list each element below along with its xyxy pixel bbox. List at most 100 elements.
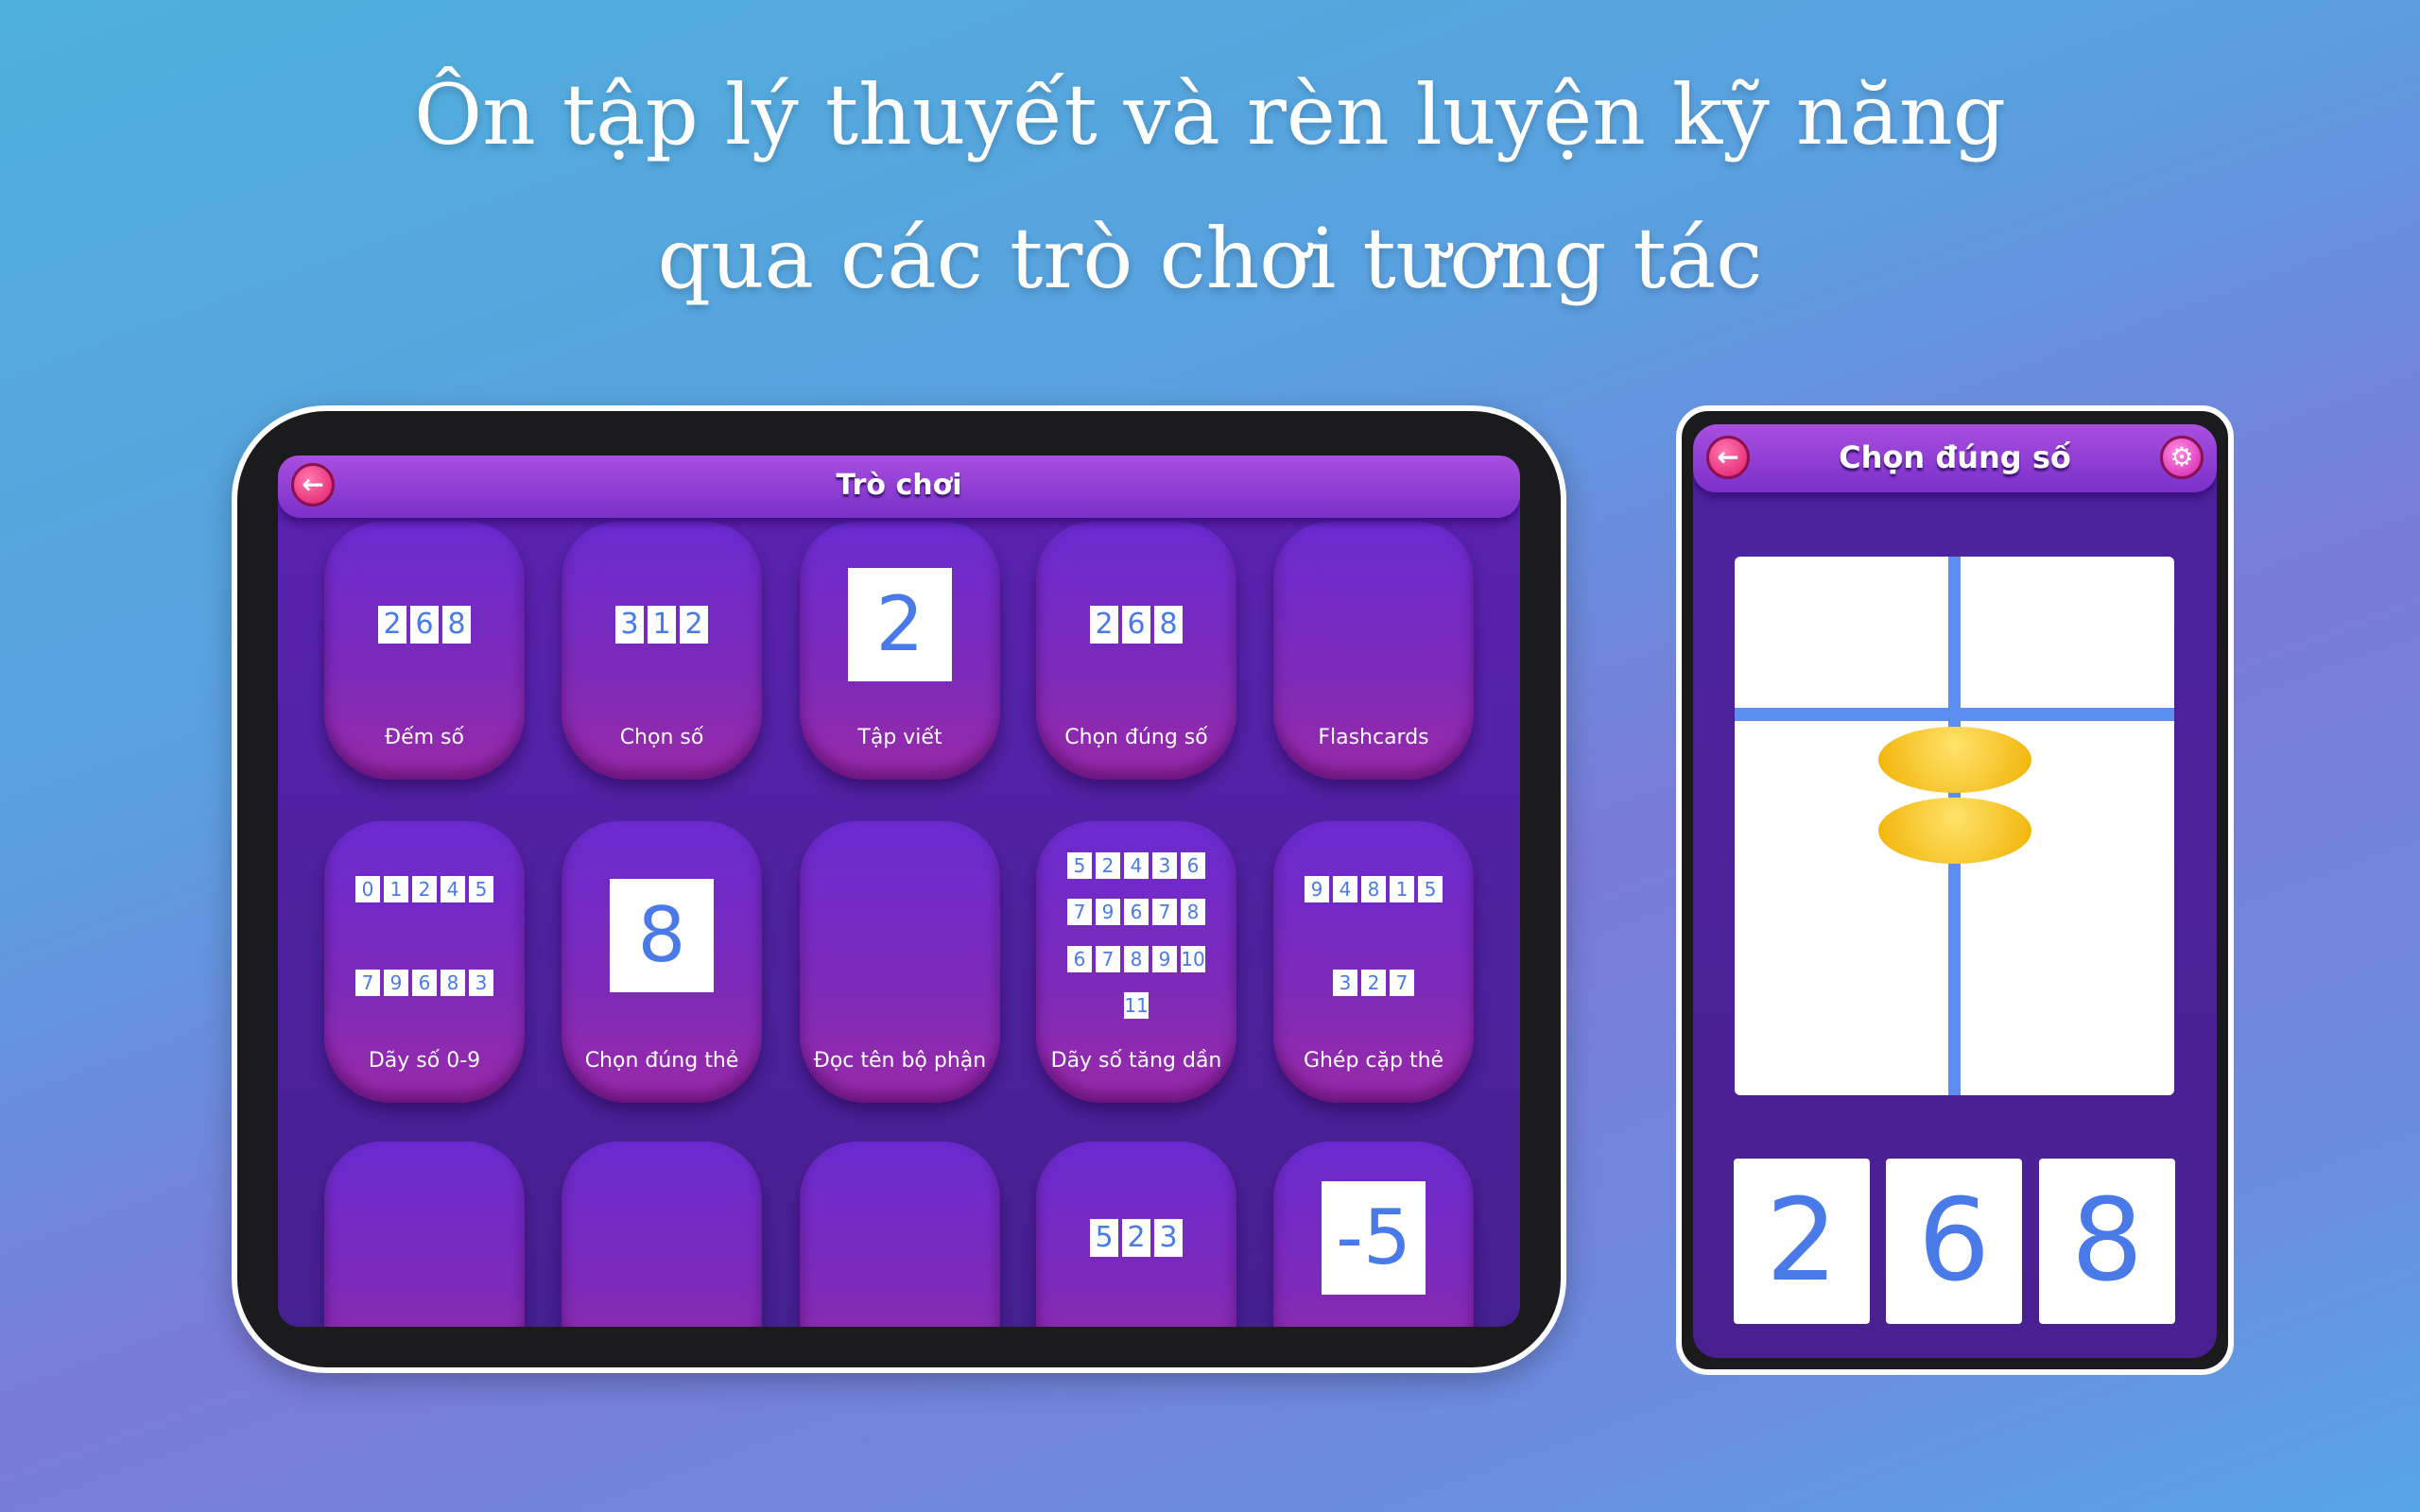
digit-card: 1	[1390, 875, 1414, 902]
header-bar: ← Chọn đúng số ⚙	[1693, 424, 2217, 492]
digit-card: 1	[384, 875, 408, 902]
digit-card: 5	[1067, 851, 1092, 879]
tile-label: Chọn đúng số	[1064, 726, 1208, 749]
digit-card: 2	[412, 875, 437, 902]
digit-card: 8	[1154, 605, 1183, 644]
digit-card: 5	[1090, 1219, 1118, 1257]
digit-card: 6	[412, 969, 437, 996]
digit-card: -5	[1322, 1181, 1426, 1295]
tile-label: Chọn số	[619, 726, 704, 749]
tile-illustration: 8	[562, 844, 762, 1027]
tile-illustration: 523	[1036, 1164, 1236, 1312]
digit-card: 9	[384, 969, 408, 996]
number-option[interactable]: 2	[1734, 1159, 1870, 1324]
game-tile[interactable]: 2 6 8 Chọn đúng số	[1036, 522, 1236, 780]
digit-card: 6	[1122, 605, 1150, 644]
tablet-screen: 2 6 8 Đếm số 3 1 2 Chọn số 2 Tập viết 2 6 8 Chọn đúng…	[278, 455, 1520, 1327]
tile-illustration	[1273, 544, 1474, 704]
digit-card: 2	[1361, 969, 1386, 996]
tile-label: Dãy số 0-9	[368, 1049, 481, 1073]
digit-card: 6	[1067, 945, 1092, 972]
digit-card: 3	[615, 605, 644, 644]
tile-label: Tập viết	[857, 726, 942, 749]
tile-illustration: 2	[800, 544, 1000, 704]
tile-illustration	[800, 1164, 1000, 1312]
settings-button[interactable]: ⚙	[2160, 436, 2204, 479]
tile-illustration	[800, 844, 1000, 1027]
digit-card: 7	[1067, 899, 1092, 926]
digit-card: 8	[441, 969, 465, 996]
digit-card: 0	[355, 875, 380, 902]
game-tile[interactable]: 9 4 8 1 5 3 2 7 Ghép cặp thẻ	[1273, 821, 1474, 1103]
game-tile[interactable]: 3 1 2 Chọn số	[562, 522, 762, 780]
tile-label: Flashcards	[1318, 726, 1429, 749]
abacus-beam	[1735, 708, 2174, 721]
game-tile[interactable]: -5	[1273, 1142, 1474, 1327]
game-tile[interactable]	[324, 1142, 525, 1327]
digit-card: 8	[1124, 945, 1149, 972]
digit-card: 7	[1096, 945, 1120, 972]
number-option[interactable]: 6	[1886, 1159, 2022, 1324]
digit-card: 9	[1305, 875, 1329, 902]
game-tile[interactable]	[800, 1142, 1000, 1327]
headline-line2: qua các trò chơi tương tác	[657, 210, 1763, 307]
game-tile[interactable]: 8 Chọn đúng thẻ	[562, 821, 762, 1103]
digit-card: 9	[1096, 899, 1120, 926]
game-tile[interactable]: 5 2 4 3 6 7 9 6 7 8 6 7 8 9 10 11 Dãy số tăng dần	[1036, 821, 1236, 1103]
digit-card: 8	[442, 605, 471, 644]
digit-card: 11	[1124, 992, 1149, 1020]
digit-card: 8	[1361, 875, 1386, 902]
digit-card: 6	[1181, 851, 1205, 879]
digit-card: 5	[469, 875, 493, 902]
digit-card: 2	[1090, 605, 1118, 644]
digit-card: 2	[680, 605, 708, 644]
tile-illustration: 5 2 4 3 6 7 9 6 7 8 6 7 8 9 10 11	[1036, 844, 1236, 1027]
tile-illustration	[562, 1164, 762, 1312]
screen-title: Chọn đúng số	[1839, 439, 2071, 475]
tile-illustration: 94815 327	[1273, 844, 1474, 1027]
digit-card: 6	[1124, 899, 1149, 926]
tile-illustration: 312	[562, 544, 762, 704]
tile-illustration	[324, 1164, 525, 1312]
game-tile[interactable]	[562, 1142, 762, 1327]
digit-card: 2	[378, 605, 406, 644]
tile-illustration: 268	[1036, 544, 1236, 704]
tile-label: Đếm số	[385, 726, 464, 749]
digit-card: 3	[1152, 851, 1177, 879]
game-tile[interactable]: 0 1 2 4 5 7 9 6 8 3 Dãy số 0-9	[324, 821, 525, 1103]
game-tile[interactable]: Flashcards	[1273, 522, 1474, 780]
number-option[interactable]: 8	[2039, 1159, 2175, 1324]
tile-label: Đọc tên bộ phận	[813, 1049, 987, 1073]
digit-card: 6	[410, 605, 439, 644]
tile-illustration: 01245 79683	[324, 844, 525, 1027]
tile-label: Dãy số tăng dần	[1050, 1049, 1222, 1073]
digit-card: 1	[648, 605, 676, 644]
abacus-bead	[1878, 727, 2031, 793]
digit-card: 4	[1333, 875, 1357, 902]
screen-title: Trò chơi	[836, 469, 962, 502]
digit-card: 2	[848, 567, 952, 681]
game-tile[interactable]: Đọc tên bộ phận	[800, 821, 1000, 1103]
digit-card: 3	[1154, 1219, 1183, 1257]
digit-card: 8	[610, 879, 714, 992]
abacus-card	[1735, 557, 2174, 1095]
tile-label: Ghép cặp thẻ	[1303, 1049, 1444, 1073]
digit-card: 2	[1122, 1219, 1150, 1257]
abacus-bead	[1878, 798, 2031, 864]
digit-card: 8	[1181, 899, 1205, 926]
game-tile[interactable]: 2 6 8 Đếm số	[324, 522, 525, 780]
tile-label: Chọn đúng thẻ	[584, 1049, 739, 1073]
gear-icon: ⚙	[2169, 441, 2194, 472]
digit-card: 5	[1418, 875, 1443, 902]
tile-illustration: 268	[324, 544, 525, 704]
headline-line1: Ôn tập lý thuyết và rèn luyện kỹ năng	[413, 66, 2007, 163]
digit-card: 3	[1333, 969, 1357, 996]
digit-card: 2	[1096, 851, 1120, 879]
digit-card: 4	[1124, 851, 1149, 879]
digit-card: 3	[469, 969, 493, 996]
game-tile[interactable]: 2 Tập viết	[800, 522, 1000, 780]
digit-card: 10	[1181, 945, 1205, 972]
game-tile[interactable]: 523	[1036, 1142, 1236, 1327]
digit-card: 7	[1152, 899, 1177, 926]
digit-card: 7	[355, 969, 380, 996]
